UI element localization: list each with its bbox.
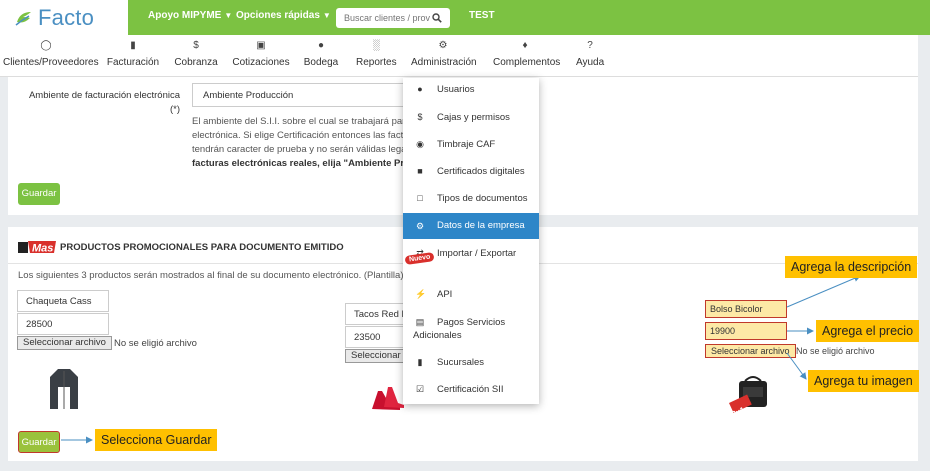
menu-item-label: Cajas y permisos: [437, 112, 510, 123]
admin-menu-datos-empresa[interactable]: ⚙ Datos de la empresa: [403, 213, 539, 239]
file-icon: □: [417, 193, 423, 203]
admin-menu-certificacion-sii[interactable]: ☑ Certificación SII: [403, 384, 539, 395]
plug-icon: ⚡: [415, 289, 427, 299]
admin-dropdown-menu: ● Usuarios $ Cajas y permisos ◉ Timbraje CA…: [403, 78, 539, 404]
menu-item-label: Timbraje CAF: [437, 139, 496, 150]
admin-menu-timbraje[interactable]: ◉ Timbraje CAF: [403, 139, 539, 150]
menu-item-label: API: [437, 289, 453, 300]
menu-item-label: Certificación SII: [437, 384, 504, 395]
menu-item-label: Usuarios: [437, 84, 475, 95]
menu-item-label-2: Adicionales: [413, 330, 462, 341]
menu-item-label: Tipos de documentos: [437, 193, 528, 204]
menu-item-label: Sucursales: [437, 357, 484, 368]
callout-guardar: Selecciona Guardar: [95, 429, 218, 451]
callout-imagen: Agrega tu imagen: [808, 370, 919, 392]
users-icon: ●: [417, 84, 423, 94]
callout-precio: Agrega el precio: [816, 320, 920, 342]
checkbox-icon: ☑: [415, 384, 425, 394]
menu-item-label: Certificados digitales: [437, 166, 525, 177]
stamp-icon: ◉: [416, 139, 424, 149]
building-icon: ▮: [417, 357, 423, 367]
admin-menu-tipos-documentos[interactable]: □ Tipos de documentos: [403, 193, 539, 204]
admin-menu-cajas[interactable]: $ Cajas y permisos: [403, 112, 539, 123]
menu-item-label: Pagos Servicios: [437, 317, 506, 328]
menu-item-label: Importar / Exportar: [437, 248, 517, 259]
menu-item-label: Datos de la empresa: [437, 220, 525, 231]
admin-menu-sucursales[interactable]: ▮ Sucursales: [403, 357, 539, 368]
admin-menu-usuarios[interactable]: ● Usuarios: [403, 84, 539, 95]
dollar-icon: $: [417, 112, 423, 122]
callout-descripcion: Agrega la descripción: [785, 256, 918, 278]
admin-menu-certificados[interactable]: ■ Certificados digitales: [403, 166, 539, 177]
admin-menu-api[interactable]: ⚡ API: [403, 289, 539, 300]
admin-menu-pagos-servicios[interactable]: ▤ Pagos Servicios Adicionales: [403, 316, 539, 342]
money-icon: ▤: [415, 317, 425, 327]
lock-icon: ■: [417, 166, 423, 176]
gear-icon: ⚙: [415, 221, 425, 231]
